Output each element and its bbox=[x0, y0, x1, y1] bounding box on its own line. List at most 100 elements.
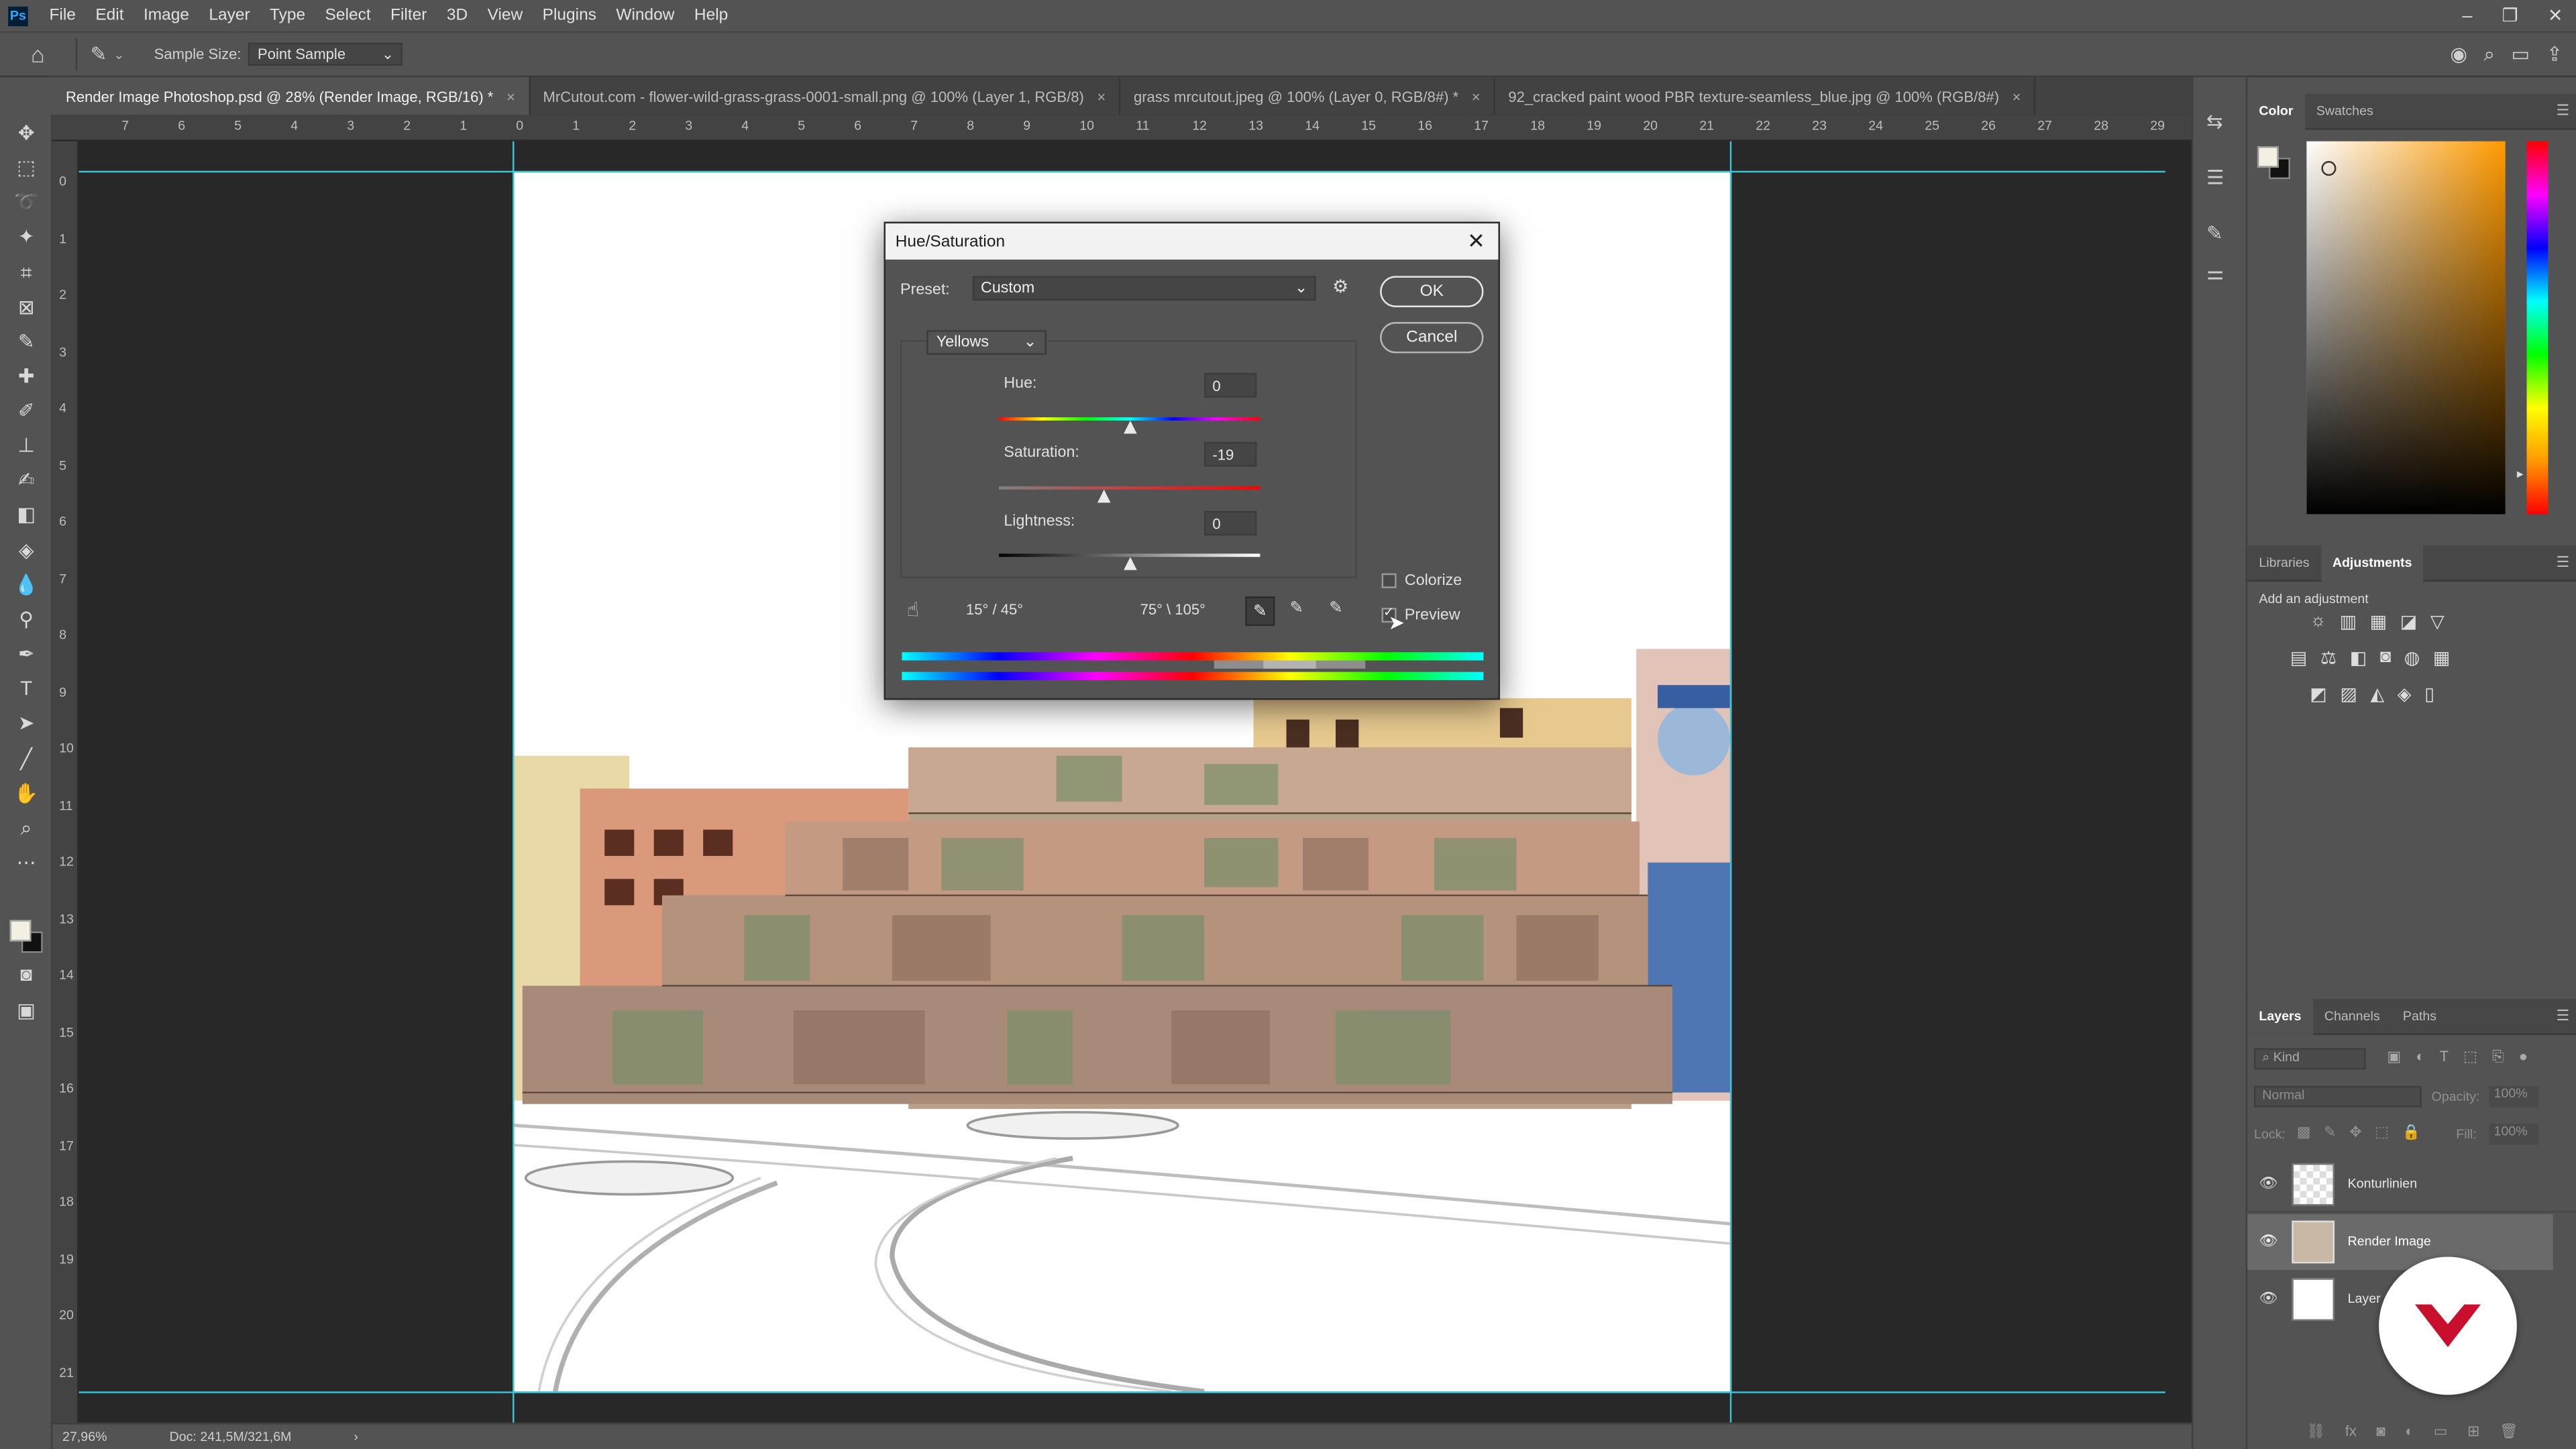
marquee-tool-icon[interactable]: ⬚ bbox=[10, 153, 43, 182]
pen-tool-icon[interactable]: ✒ bbox=[10, 639, 43, 669]
color-fg-swatch[interactable] bbox=[2257, 146, 2279, 168]
hue-saturation-icon[interactable]: ▤ bbox=[2290, 647, 2307, 668]
eraser-tool-icon[interactable]: ◧ bbox=[10, 499, 43, 529]
properties-icon[interactable]: ☰ bbox=[2206, 166, 2224, 189]
delete-layer-icon[interactable]: 🗑 bbox=[2500, 1423, 2518, 1441]
lightness-input[interactable]: 0 bbox=[1204, 511, 1257, 536]
menu-filter[interactable]: Filter bbox=[380, 7, 437, 25]
brightness-icon[interactable]: ☼ bbox=[2310, 611, 2326, 633]
eyedropper-icon[interactable]: ✎ bbox=[10, 327, 43, 356]
selective-color-icon[interactable]: ◈ bbox=[2398, 684, 2412, 704]
tab-mrcutout-flower[interactable]: MrCutout.com - flower-wild-grass-grass-0… bbox=[530, 77, 1121, 115]
menu-window[interactable]: Window bbox=[606, 7, 685, 25]
menu-3d[interactable]: 3D bbox=[437, 7, 478, 25]
photo-filter-icon[interactable]: ◙ bbox=[2380, 647, 2391, 669]
menu-layer[interactable]: Layer bbox=[199, 7, 260, 25]
eye-icon[interactable]: 👁 bbox=[2259, 1289, 2277, 1307]
colorize-checkbox[interactable] bbox=[1381, 573, 1397, 588]
invert-icon[interactable]: ◩ bbox=[2310, 684, 2326, 704]
new-layer-icon[interactable]: ⊞ bbox=[2467, 1423, 2479, 1441]
link-layers-icon[interactable]: ⛓ bbox=[2306, 1423, 2325, 1441]
filter-type-icon[interactable]: T bbox=[2440, 1048, 2449, 1066]
menu-select[interactable]: Select bbox=[315, 7, 380, 25]
color-lookup-icon[interactable]: ▦ bbox=[2433, 647, 2450, 668]
eyedropper-minus-icon[interactable]: ✎ bbox=[1329, 600, 1343, 618]
levels-icon[interactable]: ▥ bbox=[2340, 611, 2357, 632]
menu-view[interactable]: View bbox=[478, 7, 533, 25]
close-icon[interactable]: × bbox=[506, 88, 515, 104]
menu-edit[interactable]: Edit bbox=[86, 7, 134, 25]
sample-size-select[interactable]: Point Sample ⌄ bbox=[248, 42, 402, 66]
line-tool-icon[interactable]: ╱ bbox=[10, 744, 43, 773]
crop-tool-icon[interactable]: ⌗ bbox=[10, 258, 43, 287]
screen-mode-icon[interactable]: ▣ bbox=[10, 996, 43, 1025]
type-tool-icon[interactable]: T bbox=[10, 674, 43, 703]
adjust-sliders-icon[interactable]: ⚌ bbox=[2206, 261, 2224, 284]
history-brush-icon[interactable]: ✍ bbox=[10, 465, 43, 494]
close-icon[interactable]: × bbox=[2012, 88, 2021, 104]
color-picker-field[interactable] bbox=[2306, 141, 2506, 515]
chevron-down-icon[interactable]: ⌄ bbox=[113, 47, 124, 62]
menu-file[interactable]: File bbox=[40, 7, 86, 25]
more-tools-icon[interactable]: ⋯ bbox=[10, 848, 43, 877]
targeted-adjustment-hand-icon[interactable]: ☝ bbox=[907, 598, 919, 621]
zoom-tool-icon[interactable]: ⌕ bbox=[10, 813, 43, 843]
cancel-button[interactable]: Cancel bbox=[1380, 322, 1484, 354]
filter-pixel-icon[interactable]: ▣ bbox=[2387, 1048, 2401, 1066]
threshold-icon[interactable]: ◭ bbox=[2370, 684, 2384, 704]
healing-brush-icon[interactable]: ✚ bbox=[10, 362, 43, 391]
status-more-arrow[interactable]: › bbox=[354, 1430, 359, 1444]
opacity-input[interactable]: 100% bbox=[2489, 1085, 2538, 1108]
add-mask-icon[interactable]: ◙ bbox=[2376, 1423, 2385, 1441]
saturation-slider-thumb[interactable] bbox=[1097, 489, 1112, 503]
tab-paths[interactable]: Paths bbox=[2392, 998, 2448, 1034]
fill-input[interactable]: 100% bbox=[2489, 1124, 2538, 1145]
tab-render-image[interactable]: Render Image Photoshop.psd @ 28% (Render… bbox=[52, 77, 530, 115]
zoom-level[interactable]: 27,96% bbox=[62, 1430, 107, 1444]
color-picker-cursor[interactable] bbox=[2321, 161, 2337, 176]
eyedropper-tool-icon[interactable]: ✎ bbox=[91, 43, 107, 66]
eye-icon[interactable]: 👁 bbox=[2259, 1175, 2277, 1193]
menu-help[interactable]: Help bbox=[684, 7, 738, 25]
search-icon[interactable]: ⌕ bbox=[2484, 43, 2495, 68]
magic-wand-icon[interactable]: ✦ bbox=[10, 222, 43, 252]
preset-select[interactable]: Custom ⌄ bbox=[972, 276, 1316, 301]
eyedropper-icon[interactable]: ✎ bbox=[1245, 596, 1275, 627]
panel-menu-icon[interactable]: ☰ bbox=[2556, 102, 2569, 120]
tab-grass-mrcutout[interactable]: grass mrcutout.jpeg @ 100% (Layer 0, RGB… bbox=[1120, 77, 1495, 115]
frame-tool-icon[interactable]: ⊠ bbox=[10, 292, 43, 322]
fx-icon[interactable]: fx bbox=[2345, 1423, 2357, 1441]
eye-icon[interactable]: 👁 bbox=[2259, 1232, 2277, 1250]
filter-smart-icon[interactable]: ⎘ bbox=[2492, 1048, 2504, 1066]
close-icon[interactable]: ✕ bbox=[1467, 228, 1485, 254]
lock-image-icon[interactable]: ✎ bbox=[2324, 1124, 2336, 1142]
lock-transparent-icon[interactable]: ▩ bbox=[2297, 1124, 2311, 1142]
saturation-input[interactable]: -19 bbox=[1204, 441, 1257, 467]
panel-menu-icon[interactable]: ☰ bbox=[2556, 1007, 2569, 1025]
workspace-icon[interactable]: ▭ bbox=[2512, 43, 2530, 68]
lightness-slider-thumb[interactable] bbox=[1122, 557, 1136, 570]
stamp-tool-icon[interactable]: ⊥ bbox=[10, 431, 43, 460]
ok-button[interactable]: OK bbox=[1380, 276, 1484, 307]
tab-channels[interactable]: Channels bbox=[2313, 998, 2392, 1034]
user-icon[interactable]: ◉ bbox=[2450, 43, 2467, 68]
filter-adjustment-icon[interactable]: ◐ bbox=[2416, 1048, 2424, 1066]
close-icon[interactable]: × bbox=[1472, 88, 1481, 104]
close-window-icon[interactable]: ✕ bbox=[2548, 5, 2563, 26]
tab-cracked-paint[interactable]: 92_cracked paint wood PBR texture-seamle… bbox=[1495, 77, 2036, 115]
saturation-slider-track[interactable] bbox=[998, 486, 1260, 490]
layer-row[interactable]: 👁 Konturlinien bbox=[2247, 1157, 2576, 1213]
paint-bucket-icon[interactable]: ◈ bbox=[10, 535, 43, 565]
channel-select[interactable]: Yellows ⌄ bbox=[926, 330, 1047, 355]
menu-image[interactable]: Image bbox=[133, 7, 199, 25]
history-icon[interactable]: ⇆ bbox=[2206, 110, 2223, 133]
layer-filter-kind[interactable]: ⌕ Kind bbox=[2254, 1048, 2366, 1070]
new-adjustment-icon[interactable]: ◐ bbox=[2405, 1423, 2414, 1441]
quick-mask-icon[interactable]: ◙ bbox=[10, 959, 43, 989]
share-icon[interactable]: ⇪ bbox=[2546, 43, 2563, 68]
curves-icon[interactable]: ▦ bbox=[2370, 611, 2387, 632]
black-white-icon[interactable]: ◧ bbox=[2350, 647, 2367, 668]
filter-shape-icon[interactable]: ⬚ bbox=[2463, 1048, 2477, 1066]
tab-layers[interactable]: Layers bbox=[2247, 998, 2313, 1034]
channel-mixer-icon[interactable]: ◍ bbox=[2404, 647, 2420, 668]
